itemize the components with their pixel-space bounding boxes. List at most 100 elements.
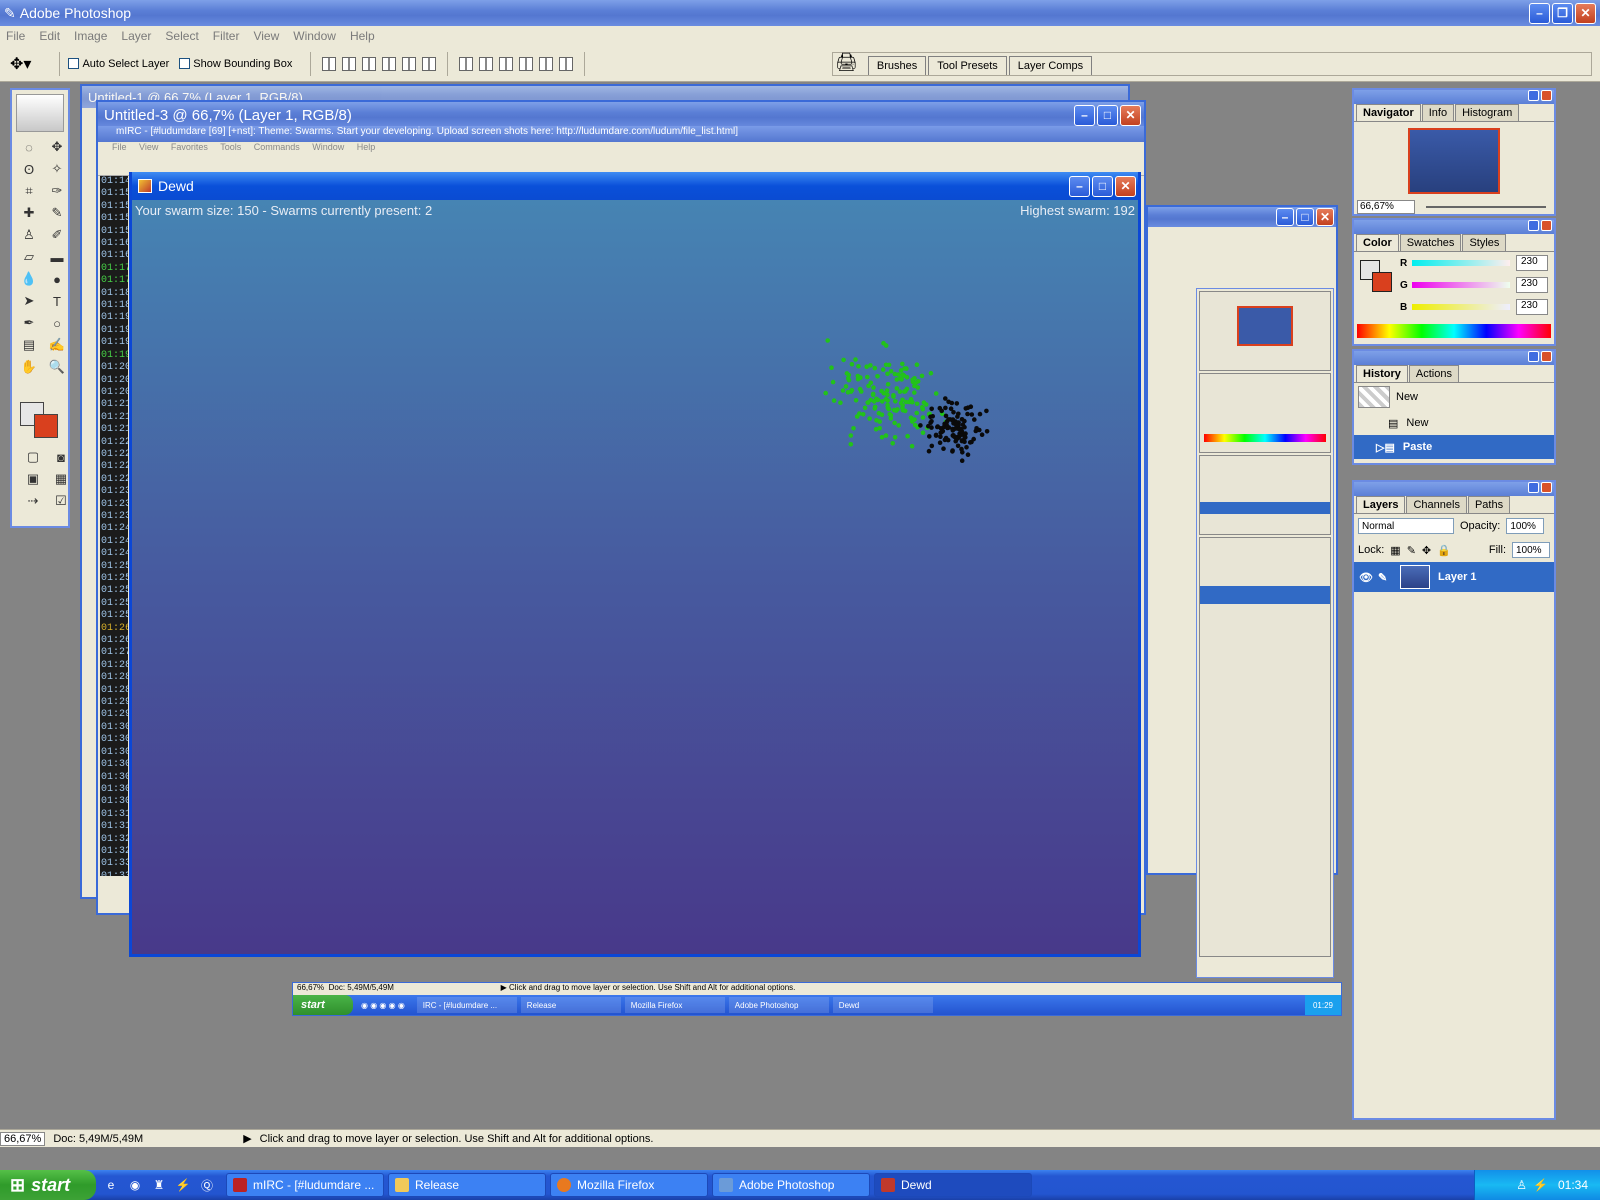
palette-close-icon[interactable] xyxy=(1541,220,1552,231)
quickmask-mode-icon[interactable]: ◙ xyxy=(49,448,73,466)
crop-tool-icon[interactable]: ⌗ xyxy=(17,182,41,200)
task-mirc[interactable]: mIRC - [#ludumdare ... xyxy=(226,1173,384,1197)
align-bottom-icon[interactable] xyxy=(362,56,377,71)
g-value-field[interactable]: 230 xyxy=(1516,277,1548,293)
task-release[interactable]: Release xyxy=(388,1173,546,1197)
palette-close-icon[interactable] xyxy=(1541,482,1552,493)
align-top-icon[interactable] xyxy=(322,56,337,71)
r-slider[interactable] xyxy=(1412,260,1510,266)
doc-minimize-button[interactable]: – xyxy=(1074,104,1095,126)
pen-tool-icon[interactable]: ✒ xyxy=(17,314,41,332)
restore-button[interactable]: ❐ xyxy=(1552,2,1573,24)
gradient-tool-icon[interactable]: ▬ xyxy=(45,248,69,266)
navigator-zoom-field[interactable]: 66,67% xyxy=(1357,200,1415,214)
tab-paths[interactable]: Paths xyxy=(1467,496,1511,513)
lock-move-icon[interactable]: ✥ xyxy=(1422,544,1431,557)
menu-filter[interactable]: Filter xyxy=(213,29,240,43)
magic-wand-icon[interactable]: ✧ xyxy=(45,160,69,178)
opacity-field[interactable]: 100% xyxy=(1506,518,1545,534)
menu-help[interactable]: Help xyxy=(350,29,375,43)
tab-navigator[interactable]: Navigator xyxy=(1356,104,1421,121)
distribute-hcenter-icon[interactable] xyxy=(539,56,554,71)
game-canvas[interactable]: Your swarm size: 150 - Swarms currently … xyxy=(132,200,1138,954)
dodge-tool-icon[interactable]: ● xyxy=(45,270,69,288)
b-value-field[interactable]: 230 xyxy=(1516,299,1548,315)
menu-window[interactable]: Window xyxy=(293,29,336,43)
tab-styles[interactable]: Styles xyxy=(1462,234,1507,251)
checkbox-icon[interactable]: ☑ xyxy=(49,492,73,510)
dewd-titlebar[interactable]: Dewd – □ ✕ xyxy=(132,172,1138,200)
history-item-new[interactable]: ▤ New xyxy=(1354,411,1554,435)
menu-file[interactable]: File xyxy=(6,29,25,43)
history-snapshot[interactable]: New xyxy=(1354,383,1554,411)
stamp-tool-icon[interactable]: ♙ xyxy=(17,226,41,244)
layer-row[interactable]: 👁 ✎ Layer 1 xyxy=(1354,562,1554,592)
ie-icon[interactable]: e xyxy=(102,1176,120,1194)
palette-minimize-icon[interactable] xyxy=(1528,90,1539,101)
screen-mode-icon[interactable]: ▣ xyxy=(21,470,45,488)
marquee-tool-icon[interactable]: ◌ xyxy=(17,138,41,156)
doc-maximize-button[interactable]: □ xyxy=(1097,104,1118,126)
mirc-icon[interactable]: ♜ xyxy=(150,1176,168,1194)
distribute-bottom-icon[interactable] xyxy=(499,56,514,71)
task-dewd[interactable]: Dewd xyxy=(874,1173,1032,1197)
hand-tool-icon[interactable]: ✋ xyxy=(17,358,41,376)
tab-tool-presets[interactable]: Tool Presets xyxy=(928,55,1007,75)
zoom-tool-icon[interactable]: 🔍 xyxy=(45,358,69,376)
type-tool-icon[interactable]: T xyxy=(45,292,69,310)
tab-layers[interactable]: Layers xyxy=(1356,496,1406,513)
navigator-zoom-slider[interactable] xyxy=(1426,206,1546,208)
palette-close-icon[interactable] xyxy=(1541,90,1552,101)
tab-history[interactable]: History xyxy=(1356,365,1408,382)
tab-channels[interactable]: Channels xyxy=(1406,496,1467,513)
status-arrow-icon[interactable]: ▶ xyxy=(243,1132,251,1145)
doc-close-button[interactable]: ✕ xyxy=(1120,104,1141,126)
align-left-icon[interactable] xyxy=(382,56,397,71)
status-zoom[interactable]: 66,67% xyxy=(0,1131,46,1146)
move-tool-icon[interactable]: ✥ xyxy=(45,138,69,156)
history-brush-icon[interactable]: ✐ xyxy=(45,226,69,244)
eraser-tool-icon[interactable]: ▱ xyxy=(17,248,41,266)
move-tool-icon[interactable]: ✥▾ xyxy=(10,54,31,74)
palette-minimize-icon[interactable] xyxy=(1528,220,1539,231)
lock-paint-icon[interactable]: ✎ xyxy=(1407,544,1416,557)
navigator-thumbnail[interactable] xyxy=(1408,128,1500,194)
eyedropper-icon[interactable]: ✍ xyxy=(45,336,69,354)
tab-histogram[interactable]: Histogram xyxy=(1455,104,1520,121)
shape-tool-icon[interactable]: ○ xyxy=(45,314,69,332)
brush-tool-icon[interactable]: ✎ xyxy=(45,204,69,222)
tab-actions[interactable]: Actions xyxy=(1408,365,1459,382)
quicktime-icon[interactable]: Ⓠ xyxy=(198,1176,216,1194)
palette-minimize-icon[interactable] xyxy=(1528,482,1539,493)
dewd-close-button[interactable]: ✕ xyxy=(1115,175,1136,197)
path-select-icon[interactable]: ➤ xyxy=(17,292,41,310)
tab-info[interactable]: Info xyxy=(1421,104,1455,121)
g-slider[interactable] xyxy=(1412,282,1510,288)
minimize-button[interactable]: – xyxy=(1529,2,1550,24)
healing-brush-icon[interactable]: ✚ xyxy=(17,204,41,222)
document-titlebar-front[interactable]: Untitled-3 @ 66,7% (Layer 1, RGB/8) – □ … xyxy=(98,102,1144,128)
file-browser-icon[interactable]: 🖨 xyxy=(835,52,858,73)
tab-brushes[interactable]: Brushes xyxy=(867,55,927,75)
menu-select[interactable]: Select xyxy=(165,29,198,43)
start-button[interactable]: ⊞ start xyxy=(0,1170,96,1200)
lock-all-icon[interactable]: 🔒 xyxy=(1437,544,1451,557)
fullscreen-mode-icon[interactable]: ▦ xyxy=(49,470,73,488)
color-bg-swatch[interactable] xyxy=(1372,272,1392,292)
winamp-icon[interactable]: ⚡ xyxy=(174,1176,192,1194)
brush-link-icon[interactable]: ✎ xyxy=(1378,571,1396,584)
task-photoshop[interactable]: Adobe Photoshop xyxy=(712,1173,870,1197)
notes-tool-icon[interactable]: ▤ xyxy=(17,336,41,354)
menu-view[interactable]: View xyxy=(253,29,279,43)
r-value-field[interactable]: 230 xyxy=(1516,255,1548,271)
auto-select-checkbox[interactable]: Auto Select Layer xyxy=(68,58,169,70)
slice-tool-icon[interactable]: ✑ xyxy=(45,182,69,200)
firefox-icon[interactable]: ◉ xyxy=(126,1176,144,1194)
lock-transparent-icon[interactable]: ▦ xyxy=(1390,544,1400,557)
blur-tool-icon[interactable]: 💧 xyxy=(17,270,41,288)
task-firefox[interactable]: Mozilla Firefox xyxy=(550,1173,708,1197)
tab-swatches[interactable]: Swatches xyxy=(1399,234,1462,251)
palette-close-icon[interactable] xyxy=(1541,351,1552,362)
distribute-left-icon[interactable] xyxy=(519,56,534,71)
align-hcenter-icon[interactable] xyxy=(402,56,417,71)
